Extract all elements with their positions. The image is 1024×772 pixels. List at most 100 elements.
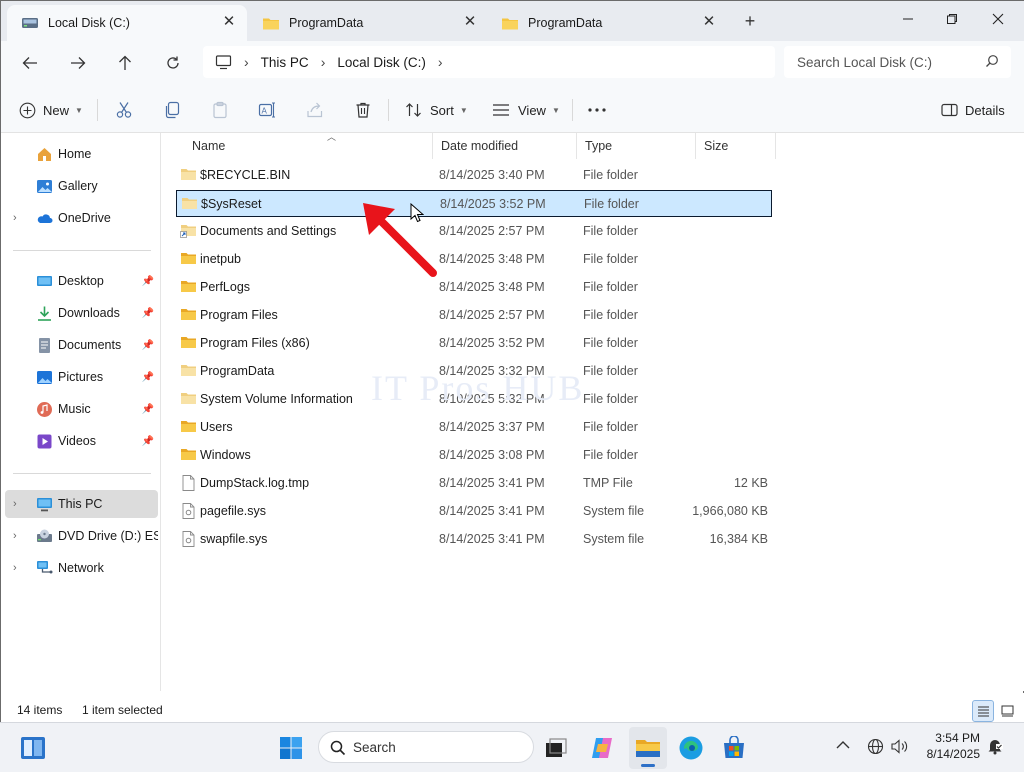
sidebar-item-gallery[interactable]: Gallery (5, 172, 158, 200)
tab-title: Local Disk (C:) (48, 16, 130, 30)
clock-date: 8/14/2025 (926, 747, 980, 761)
delete-button[interactable] (354, 97, 372, 123)
file-row[interactable]: Users 8/14/2025 3:37 PM File folder (176, 414, 772, 441)
file-type: File folder (583, 392, 638, 406)
new-tab-button[interactable]: + (739, 11, 761, 32)
file-row[interactable]: DumpStack.log.tmp 8/14/2025 3:41 PM TMP Fi… (176, 470, 772, 497)
file-row[interactable]: pagefile.sys 8/14/2025 3:41 PM System file… (176, 498, 772, 525)
breadcrumb-local-disk[interactable]: Local Disk (C:) (337, 55, 426, 70)
chevron-right-icon[interactable]: › (13, 530, 17, 542)
sidebar-item-pictures[interactable]: Pictures 📌 (5, 363, 158, 391)
column-header-name[interactable]: Name ︿ (184, 132, 433, 159)
sidebar-item-desktop[interactable]: Desktop 📌 (5, 267, 158, 295)
system-clock[interactable]: 3:54 PM 8/14/2025 (918, 730, 980, 762)
volume-icon[interactable] (890, 738, 909, 758)
sidebar-item-dvd-drive[interactable]: › DVD Drive (D:) ESD- (5, 522, 158, 550)
details-view-button[interactable] (972, 700, 994, 722)
sort-button[interactable]: Sort ▼ (405, 97, 468, 123)
new-button[interactable]: New ▼ (19, 97, 83, 123)
start-button[interactable] (276, 733, 306, 763)
back-button[interactable] (17, 51, 43, 75)
close-tab-icon[interactable]: ✕ (462, 14, 478, 30)
forward-button[interactable] (65, 51, 91, 75)
sidebar-item-music[interactable]: Music 📌 (5, 395, 158, 423)
tab-title: ProgramData (528, 16, 603, 30)
notification-bell-icon[interactable] (986, 737, 1004, 758)
close-window-button[interactable] (975, 7, 1021, 33)
sidebar-item-network[interactable]: › Network (5, 554, 158, 582)
paste-button[interactable] (211, 97, 229, 123)
copilot-button[interactable] (587, 733, 617, 763)
file-row[interactable]: PerfLogs 8/14/2025 3:48 PM File folder (176, 274, 772, 301)
edge-button[interactable] (676, 733, 706, 763)
file-row[interactable]: Program Files 8/14/2025 2:57 PM File folde… (176, 302, 772, 329)
pin-icon[interactable]: 📌 (142, 340, 154, 351)
file-row[interactable]: $RECYCLE.BIN 8/14/2025 3:40 PM File folder (176, 162, 772, 189)
tab-programdata-2[interactable]: ProgramData ✕ (487, 5, 727, 41)
sidebar-item-home[interactable]: Home (5, 140, 158, 168)
cut-button[interactable] (115, 97, 133, 123)
file-row[interactable]: swapfile.sys 8/14/2025 3:41 PM System file… (176, 526, 772, 553)
file-row[interactable]: Program Files (x86) 8/14/2025 3:52 PM File… (176, 330, 772, 357)
file-type: File folder (583, 168, 638, 182)
column-header-size[interactable]: Size (696, 133, 776, 159)
store-button[interactable] (719, 733, 749, 763)
up-button[interactable] (112, 51, 138, 75)
chevron-down-icon: ▼ (551, 105, 560, 115)
tab-programdata-1[interactable]: ProgramData ✕ (248, 5, 488, 41)
close-tab-icon[interactable]: ✕ (701, 14, 717, 30)
file-date-modified: 8/14/2025 3:08 PM (439, 448, 545, 462)
network-globe-icon[interactable] (867, 738, 884, 758)
details-pane-icon (941, 103, 958, 117)
close-tab-icon[interactable]: ✕ (221, 14, 237, 30)
rename-icon: A (258, 102, 275, 118)
sidebar-item-onedrive[interactable]: › OneDrive (5, 204, 158, 232)
file-date-modified: 8/14/2025 3:40 PM (439, 168, 545, 182)
selection-count: 1 item selected (82, 703, 163, 717)
taskbar-search-input[interactable]: Search (318, 731, 534, 763)
view-button[interactable]: View ▼ (492, 97, 560, 123)
minimize-button[interactable] (885, 7, 931, 33)
system-file-icon (180, 503, 197, 519)
show-hidden-icons-chevron-up-icon[interactable] (836, 738, 850, 753)
file-explorer-taskbar-button[interactable] (633, 733, 663, 763)
sidebar-item-videos[interactable]: Videos 📌 (5, 427, 158, 455)
pin-icon[interactable]: 📌 (142, 372, 154, 383)
file-name: ProgramData (200, 364, 275, 378)
breadcrumb-this-pc[interactable]: This PC (261, 55, 309, 70)
pin-icon[interactable]: 📌 (142, 436, 154, 447)
refresh-button[interactable] (160, 51, 186, 75)
pin-icon[interactable]: 📌 (142, 308, 154, 319)
sidebar-item-downloads[interactable]: Downloads 📌 (5, 299, 158, 327)
sidebar-item-documents[interactable]: Documents 📌 (5, 331, 158, 359)
file-row[interactable]: $SysReset 8/14/2025 3:52 PM File folder (176, 190, 772, 217)
pin-icon[interactable]: 📌 (142, 404, 154, 415)
file-date-modified: 8/14/2025 2:57 PM (439, 224, 545, 238)
address-bar[interactable]: › This PC › Local Disk (C:) › (203, 46, 775, 78)
navigation-pane: Home Gallery › OneDrive Desktop 📌 Downlo… (1, 133, 161, 691)
refresh-icon (167, 56, 179, 69)
more-options-button[interactable] (587, 97, 607, 123)
pin-icon[interactable]: 📌 (142, 276, 154, 287)
column-header-date[interactable]: Date modified (433, 133, 577, 159)
chevron-right-icon[interactable]: › (13, 498, 17, 510)
copy-button[interactable] (163, 97, 181, 123)
rename-button[interactable]: A (258, 97, 276, 123)
column-header-type[interactable]: Type (577, 133, 696, 159)
details-pane-button[interactable]: Details (941, 97, 1005, 123)
task-view-button[interactable] (541, 733, 571, 763)
maximize-button[interactable] (929, 7, 975, 33)
sidebar-item-this-pc[interactable]: › This PC (5, 490, 158, 518)
file-row[interactable]: Documents and Settings 8/14/2025 2:57 PM F… (176, 218, 772, 245)
chevron-right-icon[interactable]: › (13, 212, 17, 224)
chevron-right-icon[interactable]: › (13, 562, 17, 574)
search-input[interactable]: Search Local Disk (C:) (784, 46, 1011, 78)
tab-local-disk[interactable]: Local Disk (C:) ✕ (7, 5, 247, 41)
sort-label: Sort (430, 102, 454, 118)
file-row[interactable]: inetpub 8/14/2025 3:48 PM File folder (176, 246, 772, 273)
widgets-button[interactable] (18, 733, 48, 763)
file-row[interactable]: Windows 8/14/2025 3:08 PM File folder (176, 442, 772, 469)
file-date-modified: 8/14/2025 3:48 PM (439, 252, 545, 266)
tiles-view-button[interactable] (996, 700, 1018, 722)
share-button[interactable] (306, 97, 324, 123)
